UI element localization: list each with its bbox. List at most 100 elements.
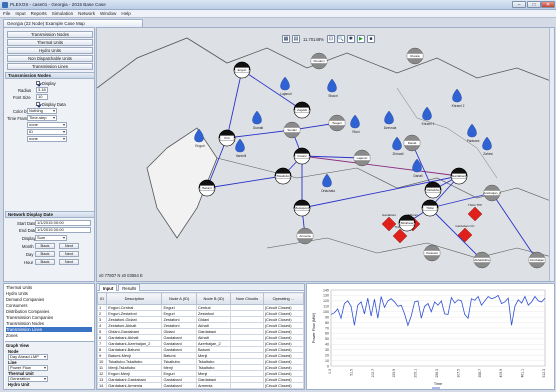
document-tab[interactable]: Georgia (22 Node) Example Case Map bbox=[3, 19, 143, 27]
transmission-node[interactable]: Mtskheta bbox=[398, 214, 416, 232]
display-checkbox[interactable] bbox=[36, 81, 40, 85]
transmission-node[interactable]: Lajanuri bbox=[353, 149, 371, 167]
transmission-node[interactable]: Paravani bbox=[423, 244, 441, 262]
end-date-input[interactable]: 1/1/2015 00:00 bbox=[35, 227, 91, 233]
tree-item-transmission-companies[interactable]: Transmission Companies bbox=[6, 315, 53, 320]
hour-back-button[interactable]: Back bbox=[35, 259, 55, 265]
table-row[interactable]: 2 Enguri-Zestafoni Enguri Zestafoni (Circuit… bbox=[97, 310, 304, 317]
day-back-button[interactable]: Back bbox=[35, 251, 55, 257]
transmission-line[interactable] bbox=[226, 129, 293, 139]
settings-icon[interactable]: ✱ bbox=[346, 35, 355, 43]
transmission-line[interactable] bbox=[226, 69, 243, 139]
day-next-button[interactable]: Next bbox=[59, 251, 79, 257]
column-header[interactable]: Node B (ID) bbox=[195, 292, 232, 305]
hydro-unit-icon[interactable]: Dariali bbox=[412, 158, 423, 178]
transmission-node[interactable]: Azerbaijan bbox=[528, 251, 546, 269]
transmission-node[interactable]: Tbilisi bbox=[421, 199, 439, 217]
network-map[interactable]: Enguri Vardnili Lajanuri Shaori Rioni Gumati D… bbox=[96, 27, 555, 282]
menu-file[interactable]: File bbox=[3, 11, 10, 16]
column-header[interactable]: Node A (ID) bbox=[161, 292, 197, 305]
table-row[interactable]: 12 Enguri-Menji Enguri Menji (Circuit Closed… bbox=[97, 370, 304, 377]
transmission-node[interactable]: Zestaponi bbox=[293, 199, 311, 217]
hydro-unit-icon[interactable]: Lajanuri bbox=[280, 76, 292, 96]
hydro-unit-icon[interactable]: Paravani bbox=[467, 123, 480, 143]
transmission-node[interactable]: Russia bbox=[406, 47, 424, 65]
table-row[interactable]: 8 Gardabani-Batumi Gardabani Batumi (Circuit… bbox=[97, 346, 304, 353]
color-by-select[interactable]: Nothing bbox=[27, 108, 57, 114]
transmission-node[interactable]: Azerbaijan_2 bbox=[483, 184, 501, 202]
menu-simulation[interactable]: Simulation bbox=[52, 11, 73, 16]
table-row[interactable]: 9 Batumi-Menji Batumi Menji (Circuit Closed) bbox=[97, 352, 304, 359]
column-header[interactable]: Operating ... bbox=[262, 292, 304, 305]
display-data-checkbox[interactable] bbox=[36, 102, 40, 106]
table-row[interactable]: 11 Menji-Tskaltubo Menji Tskaltubo (Circuit … bbox=[97, 364, 304, 371]
transmission-node[interactable]: Vartsikhe bbox=[424, 181, 442, 199]
map-canvas[interactable]: Enguri Vardnili Lajanuri Shaori Rioni Gumati D… bbox=[97, 28, 555, 282]
tab-input[interactable]: Input bbox=[99, 284, 118, 291]
tree-item-distribution-companies[interactable]: Distribution Companies bbox=[6, 309, 49, 314]
data-select-2[interactable]: ID bbox=[27, 129, 67, 135]
transmission-node[interactable]: Zugdidi bbox=[293, 101, 311, 119]
table-cell[interactable]: Gardabani-Armenia bbox=[106, 382, 163, 389]
transmission-line[interactable] bbox=[491, 192, 538, 261]
hydro-unit-icon[interactable]: Rioni bbox=[350, 114, 360, 134]
month-next-button[interactable]: Next bbox=[59, 243, 79, 249]
map-scrollbar[interactable] bbox=[549, 28, 554, 281]
thermal-unit-icon[interactable]: Gardabani CC bbox=[455, 224, 475, 243]
maximize-button[interactable]: □ bbox=[527, 1, 541, 8]
hydro-units-button[interactable]: Hydro Units bbox=[7, 47, 93, 54]
play-icon[interactable]: ▶ bbox=[356, 35, 365, 43]
table-row[interactable]: 10 Tskaltubo-Tskaltubo Tskaltubo Tskaltubo(… bbox=[97, 358, 304, 365]
table-row[interactable]: 13 Gardabani-Gardabani Gardabani Gardabani(… bbox=[97, 376, 304, 383]
tree-item-hydro-units[interactable]: Hydro Units bbox=[6, 291, 28, 296]
table-cell[interactable]: Armenia bbox=[195, 382, 232, 389]
table-cell[interactable]: Gardabani bbox=[161, 382, 197, 389]
month-back-button[interactable]: Back bbox=[35, 243, 55, 249]
menu-input[interactable]: Input bbox=[15, 11, 25, 16]
transmission-node[interactable]: Dariali bbox=[403, 134, 421, 152]
table-row[interactable]: 5 Gldani-Gardabani Gldani Gardabani (Circuit… bbox=[97, 328, 304, 335]
transmission-node[interactable]: Poti bbox=[218, 129, 236, 147]
column-header[interactable]: Num Circuits bbox=[230, 292, 264, 305]
tree-item-zones[interactable]: Zones bbox=[6, 333, 18, 338]
table-cell[interactable]: (Circuit Closed) bbox=[262, 382, 304, 389]
tab-results[interactable]: Results bbox=[118, 284, 141, 291]
close-button[interactable]: ✕ bbox=[541, 1, 555, 8]
column-header[interactable]: Description bbox=[106, 292, 163, 305]
table-cell[interactable]: 14 bbox=[97, 382, 108, 389]
hour-next-button[interactable]: Next bbox=[59, 259, 79, 265]
transmission-node[interactable]: Enguri bbox=[233, 61, 251, 79]
hydro-unit-icon[interactable]: Ortachala bbox=[321, 173, 335, 193]
hydro-unit-icon[interactable]: Zhinvali bbox=[392, 136, 404, 156]
transmission-node[interactable]: Batumi bbox=[198, 179, 216, 197]
data-select-3[interactable]: none bbox=[27, 136, 67, 142]
grid-icon[interactable]: ▤ bbox=[292, 35, 300, 43]
transmission-node[interactable]: Akhaltsikhe bbox=[473, 251, 491, 269]
zoom-fit-icon[interactable]: ⊡ bbox=[326, 35, 335, 43]
node-property-select[interactable]: Day Ahead LMP bbox=[8, 354, 48, 360]
minimize-button[interactable]: – bbox=[512, 1, 526, 8]
transmission-lines-button[interactable]: Transmission Lines bbox=[7, 63, 93, 70]
hydro-unit-icon[interactable]: Dzevrula bbox=[384, 110, 397, 130]
hydro-unit-icon[interactable]: Khrami 1 bbox=[422, 106, 435, 126]
table-row[interactable]: 3 Zestafoni-Gldani Zestafoni Gldani (Circuit… bbox=[97, 316, 304, 323]
zoom-in-icon[interactable]: 🔍 bbox=[336, 35, 345, 43]
hydro-unit-icon[interactable]: Shaori bbox=[327, 78, 338, 98]
transmission-node[interactable]: Tskaltubo bbox=[274, 167, 292, 185]
radius-input[interactable]: 3.18 bbox=[36, 87, 48, 93]
transmission-nodes-button[interactable]: Transmission Nodes bbox=[7, 31, 93, 38]
transmission-node[interactable]: Tsageri bbox=[328, 114, 346, 132]
table-row[interactable]: 14 Gardabani-Armenia Gardabani Armenia (Circ… bbox=[97, 382, 304, 389]
menu-window[interactable]: Window bbox=[100, 11, 116, 16]
transmission-node[interactable]: Khudoni bbox=[310, 52, 328, 70]
transmission-line[interactable] bbox=[206, 175, 284, 189]
tree-item-transmission-lines[interactable]: Transmission Lines bbox=[6, 327, 92, 332]
tree-item-transmission-nodes[interactable]: Transmission Nodes bbox=[6, 321, 44, 326]
hydro-unit-icon[interactable]: Vardnili bbox=[235, 138, 247, 158]
transmission-line[interactable] bbox=[241, 69, 303, 111]
menu-network[interactable]: Network bbox=[78, 11, 95, 16]
table-row[interactable]: 1 Enguri-Central Enguri Central (Circuit Clo… bbox=[97, 304, 304, 311]
time-frame-select[interactable]: Time-step bbox=[27, 115, 57, 121]
non-dispatchable-units-button[interactable]: Non Dispatchable Units bbox=[7, 55, 93, 62]
transmission-node[interactable]: Senaki bbox=[283, 121, 301, 139]
